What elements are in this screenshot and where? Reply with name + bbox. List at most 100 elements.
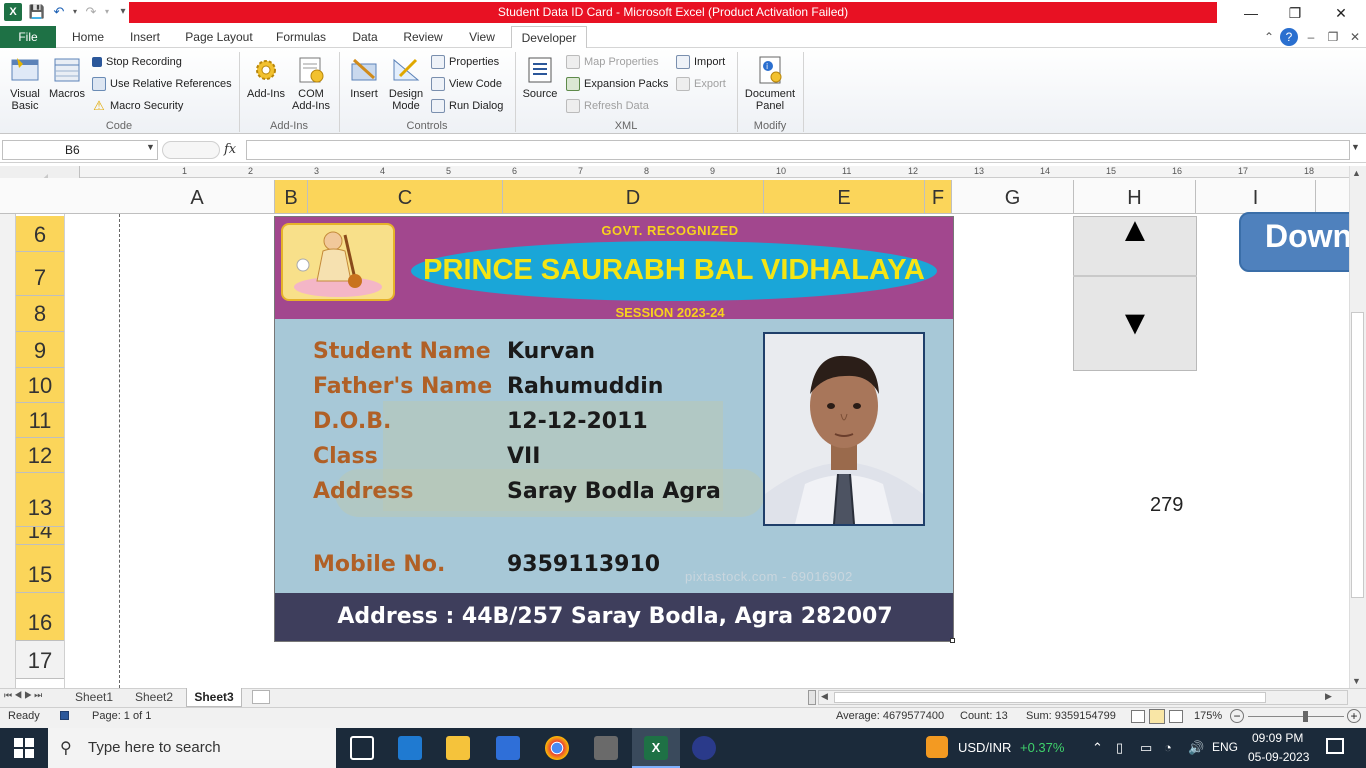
- row-header-7[interactable]: 7: [16, 252, 64, 296]
- tab-formulas[interactable]: Formulas: [270, 26, 332, 48]
- spin-up-icon[interactable]: ▲: [1073, 212, 1197, 272]
- clock-time[interactable]: 09:09 PM: [1252, 731, 1303, 745]
- design-mode-button[interactable]: Design Mode: [386, 52, 426, 116]
- view-code-button[interactable]: View Code: [431, 74, 502, 94]
- notification-center-icon[interactable]: [1326, 738, 1344, 754]
- tab-developer[interactable]: Developer: [511, 26, 587, 48]
- store-icon[interactable]: [496, 736, 520, 760]
- import-button[interactable]: Import: [676, 52, 725, 72]
- row-header-10[interactable]: 10: [16, 368, 64, 403]
- tab-split-handle[interactable]: [808, 690, 816, 705]
- column-header-i[interactable]: I: [1196, 180, 1316, 213]
- document-panel-button[interactable]: i Document Panel: [740, 52, 800, 116]
- run-dialog-button[interactable]: Run Dialog: [431, 96, 503, 116]
- minimize-button[interactable]: —: [1228, 0, 1274, 26]
- row-header-16[interactable]: 16: [16, 593, 64, 641]
- zoom-slider-thumb[interactable]: [1303, 711, 1308, 722]
- column-header-a[interactable]: A: [120, 180, 275, 213]
- scroll-up-icon[interactable]: ▲: [1352, 168, 1361, 178]
- sheet-nav-icons[interactable]: ⏮◀▶⏭: [4, 690, 44, 701]
- zoom-level[interactable]: 175%: [1194, 710, 1222, 722]
- visual-basic-button[interactable]: Visual Basic: [4, 52, 46, 116]
- task-view-icon[interactable]: [350, 736, 374, 760]
- column-header-e[interactable]: E: [764, 180, 925, 213]
- insert-function-button[interactable]: fx: [224, 140, 242, 160]
- volume-icon[interactable]: 🔊: [1188, 740, 1204, 756]
- relative-references-button[interactable]: Use Relative References: [92, 74, 232, 94]
- column-header-d[interactable]: D: [503, 180, 764, 213]
- mail-icon[interactable]: [398, 736, 422, 760]
- zoom-in-icon[interactable]: +: [1347, 709, 1361, 723]
- id-card[interactable]: GOVT. RECOGNIZED PRINCE SAURABH BAL VIDH…: [274, 216, 954, 642]
- horizontal-scroll-thumb[interactable]: [834, 692, 1266, 703]
- tab-file[interactable]: File: [0, 26, 56, 48]
- restore-button[interactable]: ❐: [1272, 0, 1318, 26]
- scroll-down-icon[interactable]: ▼: [1352, 676, 1361, 686]
- tab-data[interactable]: Data: [344, 26, 386, 48]
- workbook-close-icon[interactable]: ✕: [1346, 28, 1364, 46]
- row-header-11[interactable]: 11: [16, 403, 64, 438]
- row-header-17[interactable]: 17: [16, 641, 64, 679]
- taskbar-search-box[interactable]: Type here to search: [48, 728, 336, 768]
- battery-icon[interactable]: ▭: [1140, 740, 1152, 756]
- tab-view[interactable]: View: [460, 26, 504, 48]
- row-header-9[interactable]: 9: [16, 332, 64, 368]
- expansion-packs-button[interactable]: Expansion Packs: [566, 74, 668, 94]
- save-icon[interactable]: 💾: [28, 3, 46, 21]
- row-header-14[interactable]: 14: [16, 527, 64, 545]
- expand-formula-bar-icon[interactable]: ▼: [1351, 142, 1360, 152]
- tab-home[interactable]: Home: [64, 26, 112, 48]
- close-button[interactable]: ✕: [1318, 0, 1364, 26]
- sheet-tab-2[interactable]: Sheet2: [126, 688, 182, 707]
- macro-security-button[interactable]: ⚠ Macro Security: [92, 96, 183, 116]
- zoom-slider-track[interactable]: [1248, 716, 1344, 717]
- row-header-15[interactable]: 15: [16, 545, 64, 593]
- stop-recording-button[interactable]: Stop Recording: [92, 52, 182, 72]
- properties-button[interactable]: Properties: [431, 52, 499, 72]
- clock-date[interactable]: 05-09-2023: [1248, 750, 1309, 764]
- student-photo[interactable]: [763, 332, 925, 526]
- spin-down-icon[interactable]: ▼: [1073, 300, 1197, 350]
- insert-control-button[interactable]: Insert: [344, 52, 384, 116]
- macros-button[interactable]: Macros: [48, 52, 86, 116]
- wifi-icon[interactable]: ◔: [1164, 740, 1172, 755]
- chrome-icon[interactable]: [545, 736, 569, 760]
- row-header-8[interactable]: 8: [16, 296, 64, 332]
- tab-insert[interactable]: Insert: [122, 26, 168, 48]
- column-header-c[interactable]: C: [308, 180, 503, 213]
- tray-chevron-icon[interactable]: ⌃: [1092, 740, 1103, 756]
- vertical-scroll-thumb[interactable]: [1351, 312, 1364, 598]
- scroll-right-icon[interactable]: ▶: [1325, 691, 1332, 702]
- language-indicator[interactable]: ENG: [1212, 740, 1238, 754]
- column-header-f[interactable]: F: [925, 180, 952, 213]
- ribbon-collapse-icon[interactable]: ⌃: [1260, 28, 1278, 46]
- help-icon[interactable]: ?: [1280, 28, 1298, 46]
- refresh-data-button[interactable]: Refresh Data: [566, 96, 649, 116]
- macro-record-icon[interactable]: [60, 711, 69, 720]
- column-header-g[interactable]: G: [952, 180, 1074, 213]
- scroll-left-icon[interactable]: ◀: [821, 691, 828, 702]
- page-layout-view-icon[interactable]: [1149, 709, 1165, 724]
- source-button[interactable]: Source: [520, 52, 560, 116]
- map-properties-button[interactable]: Map Properties: [566, 52, 659, 72]
- page-break-view-icon[interactable]: [1169, 710, 1183, 723]
- currency-pair[interactable]: USD/INR: [958, 740, 1011, 755]
- com-addins-button[interactable]: COM Add-Ins: [288, 52, 334, 116]
- zoom-out-icon[interactable]: −: [1230, 709, 1244, 723]
- download-button[interactable]: Down: [1239, 212, 1366, 272]
- currency-widget-icon[interactable]: [926, 736, 948, 758]
- excel-taskbar-icon[interactable]: X: [644, 736, 668, 760]
- tab-review[interactable]: Review: [396, 26, 450, 48]
- workbook-restore-icon[interactable]: ❐: [1324, 28, 1342, 46]
- export-button[interactable]: Export: [676, 74, 726, 94]
- name-box[interactable]: B6: [2, 140, 158, 160]
- formula-input[interactable]: [246, 140, 1350, 160]
- cell-value-h13[interactable]: 279: [1150, 494, 1183, 517]
- sheet-tab-3[interactable]: Sheet3: [186, 688, 242, 707]
- formula-bar-resize-handle[interactable]: [162, 141, 220, 159]
- file-explorer-icon[interactable]: [446, 736, 470, 760]
- windows-start-icon[interactable]: [14, 738, 34, 761]
- name-box-dropdown-icon[interactable]: ▼: [146, 142, 155, 152]
- media-app-icon[interactable]: [692, 736, 716, 760]
- workbook-minimize-icon[interactable]: –: [1302, 28, 1320, 46]
